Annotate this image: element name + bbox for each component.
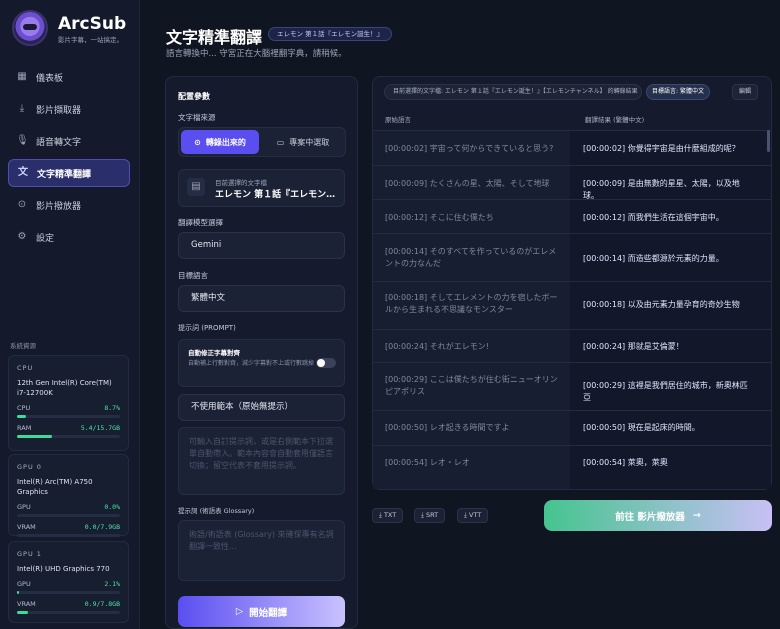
nav-item-video-fetcher[interactable]: ⤓ 影片擷取器 <box>8 95 130 123</box>
table-row: [00:00:54] レオ・レオ [00:00:54] 萊奧，萊奧 <box>373 445 771 489</box>
gpu1-name: Intel(R) UHD Graphics 770 <box>17 565 110 573</box>
model-select[interactable]: Gemini <box>178 232 345 259</box>
export-srt-button[interactable]: ⤓ SRT <box>414 508 446 523</box>
table-row: [00:00:02] 宇宙って何からできていると思う? [00:00:02] 你覺… <box>373 130 771 165</box>
play-icon: ▷ <box>235 606 244 617</box>
gpu1-usage-label: GPU <box>17 580 31 588</box>
cpu-usage-value: 8.7% <box>104 404 120 412</box>
column-target-header: 翻譯結果 (繁體中文) <box>585 116 645 124</box>
edit-button[interactable]: 編輯 <box>732 84 758 100</box>
table-scrollbar[interactable] <box>767 130 770 152</box>
column-source-header: 原始語言 <box>385 116 411 124</box>
glossary-label: 提示詞 (術語表 Glossary) <box>178 507 255 515</box>
glossary-textarea[interactable]: 術語/術語表 (Glossary) 來確保專有名詞翻譯一致性... <box>178 520 345 581</box>
download-icon: ⤓ <box>19 103 25 114</box>
table-row: [00:00:12] そこに住む僕たち [00:00:12] 而我們生活在這個宇宙… <box>373 199 771 233</box>
nav-label: 影片撥放器 <box>36 201 82 212</box>
table-row: [00:00:24] それがエレモン! [00:00:24] 那就是艾倫蒙！ <box>373 329 771 362</box>
mic-icon: 🎙 <box>16 135 29 146</box>
table-row: [00:00:29] ここは僕たちが住む街ニューオリンピアポリス [00:00:2… <box>373 362 771 410</box>
app-logo <box>12 10 48 46</box>
grid-icon: ▦ <box>17 71 27 82</box>
nav-item-translation[interactable]: 文文字精準翻譯 <box>8 159 130 187</box>
gpu1-usage-value: 2.1% <box>104 580 120 588</box>
nav-item-dashboard[interactable]: ▦ 儀表板 <box>8 63 130 91</box>
gpu1-card: GPU 1 Intel(R) UHD Graphics 770 GPU 2.1% … <box>8 541 129 623</box>
gpu1-vram-bar <box>17 611 120 614</box>
prompt-label: 提示詞 (PROMPT) <box>178 324 236 332</box>
cpu-card: CPU 12th Gen Intel(R) Core(TM) i7-12700K… <box>8 355 129 451</box>
source-label: 文字檔來源 <box>178 113 216 122</box>
gpu0-vram-label: VRAM <box>17 523 36 531</box>
cpu-usage-bar <box>17 415 120 418</box>
gpu0-usage-label: GPU <box>17 503 31 511</box>
export-vtt-button[interactable]: ⤓ VTT <box>457 508 489 523</box>
arrow-right-icon: → <box>692 510 701 521</box>
prompt-textarea[interactable]: 可輸入自訂提示詞，或是右側範本下拉選單自動帶入。範本內容會自動套用僅語言切換；留… <box>178 427 345 495</box>
export-txt-button[interactable]: ⤓ TXT <box>372 508 404 523</box>
nav-item-settings[interactable]: ⚙ 設定 <box>8 223 130 251</box>
nav-label: 設定 <box>36 233 55 244</box>
source-transcribed-button[interactable]: ⊙ 轉錄出來的 <box>181 130 259 154</box>
gpu0-usage-value: 0.0% <box>104 503 120 511</box>
gpu1-usage-bar <box>17 591 120 594</box>
gpu0-card-title: GPU 0 <box>17 463 42 471</box>
nav-item-speech-to-text[interactable]: 🎙 語音轉文字 <box>8 127 130 155</box>
template-select[interactable]: 不使用範本（原始無提示） <box>178 394 345 421</box>
system-resources-title: 系統資源 <box>10 342 36 350</box>
start-translation-button[interactable]: ▷ 開始翻譯 <box>178 596 345 627</box>
check-circle-icon: ⊙ <box>194 137 201 147</box>
translation-table: [00:00:02] 宇宙って何からできていると思う? [00:00:02] 你覺… <box>373 130 771 489</box>
gpu1-vram-label: VRAM <box>17 600 36 608</box>
gpu0-usage-bar <box>17 514 120 517</box>
cpu-usage-label: CPU <box>17 404 31 412</box>
app-tagline: 影片字幕，一站搞定。 <box>58 36 123 44</box>
target-language-badge: 目標語言: 繁體中文 <box>646 84 710 100</box>
toggle-title: 自動修正字幕對齊 <box>188 349 240 357</box>
cpu-name: 12th Gen Intel(R) Core(TM) i7-12700K <box>17 379 112 397</box>
nav-item-video-player[interactable]: ⊙ 影片撥放器 <box>8 191 130 219</box>
sidebar: ArcSub 影片字幕，一站搞定。 ▦ 儀表板 ⤓ 影片擷取器 🎙 語音轉文字 文文字… <box>0 0 140 629</box>
config-heading: 配置參數 <box>178 92 210 101</box>
toggle-description: 自動補上行數對齊，減少字幕對不上或行數跳掉 <box>188 360 315 367</box>
file-name: エレモン 第１話『エレモン誕生！』 <box>215 190 340 200</box>
gpu0-card: GPU 0 Intel(R) Arc(TM) A750 Graphics GPU… <box>8 454 129 537</box>
lang-label: 目標語言 <box>178 271 208 280</box>
nav-label: 影片擷取器 <box>36 105 82 116</box>
gpu0-name: Intel(R) Arc(TM) A750 Graphics <box>17 478 93 496</box>
go-to-player-button[interactable]: 前往 影片撥放器 → <box>544 500 772 531</box>
page-subtitle: 語言轉換中... 守宮正在大腦裡翻字典，請稍候。 <box>166 49 347 59</box>
gpu1-vram-value: 0.9/7.8GB <box>84 600 120 608</box>
table-row: [00:00:18] そしてエレメントの力を宿したボールから生まれる不思議なモン… <box>373 281 771 329</box>
current-file-badge: エレモン 第１話『エレモン誕生！』 <box>268 27 393 41</box>
page-title: 文字精準翻譯 <box>166 28 263 47</box>
file-caption: 目前選擇的文字檔 <box>215 179 267 187</box>
app-name: ArcSub <box>58 14 127 34</box>
result-header: 目前選擇的文字檔: エレモン 第１話『エレモン誕生！』【エレモンチャンネル】 的… <box>384 84 642 100</box>
translate-icon: 文 <box>18 167 28 178</box>
table-row: [00:00:14] そのすべてを作っているのがエレメントの力なんだ [00:00… <box>373 233 771 281</box>
gpu1-card-title: GPU 1 <box>17 550 42 558</box>
model-label: 翻譯模型選擇 <box>178 218 223 227</box>
gpu0-vram-value: 0.0/7.9GB <box>84 523 120 531</box>
table-row: [00:00:50] レオ起きる時間ですよ [00:00:50] 現在是起床的時間… <box>373 410 771 445</box>
file-icon: ▤ <box>187 178 205 196</box>
folder-icon: ▭ <box>276 137 285 147</box>
cpu-card-title: CPU <box>17 364 34 372</box>
auto-align-toggle[interactable] <box>316 358 336 368</box>
ram-usage-value: 5.4/15.7GB <box>80 424 120 432</box>
target-language-select[interactable]: 繁體中文 <box>178 285 345 312</box>
gpu0-vram-bar <box>17 534 120 537</box>
table-row: [00:00:09] たくさんの星、太陽、そして地球 [00:00:09] 是由無… <box>373 165 771 200</box>
ram-usage-label: RAM <box>17 424 32 432</box>
gear-icon: ⚙ <box>17 231 27 242</box>
ram-usage-bar <box>17 435 120 438</box>
nav-label: 文字精準翻譯 <box>37 169 92 180</box>
source-project-button[interactable]: ▭ 專案中選取 <box>263 130 343 154</box>
nav-label: 儀表板 <box>36 73 64 84</box>
nav-label: 語音轉文字 <box>36 137 82 148</box>
play-circle-icon: ⊙ <box>17 199 27 210</box>
